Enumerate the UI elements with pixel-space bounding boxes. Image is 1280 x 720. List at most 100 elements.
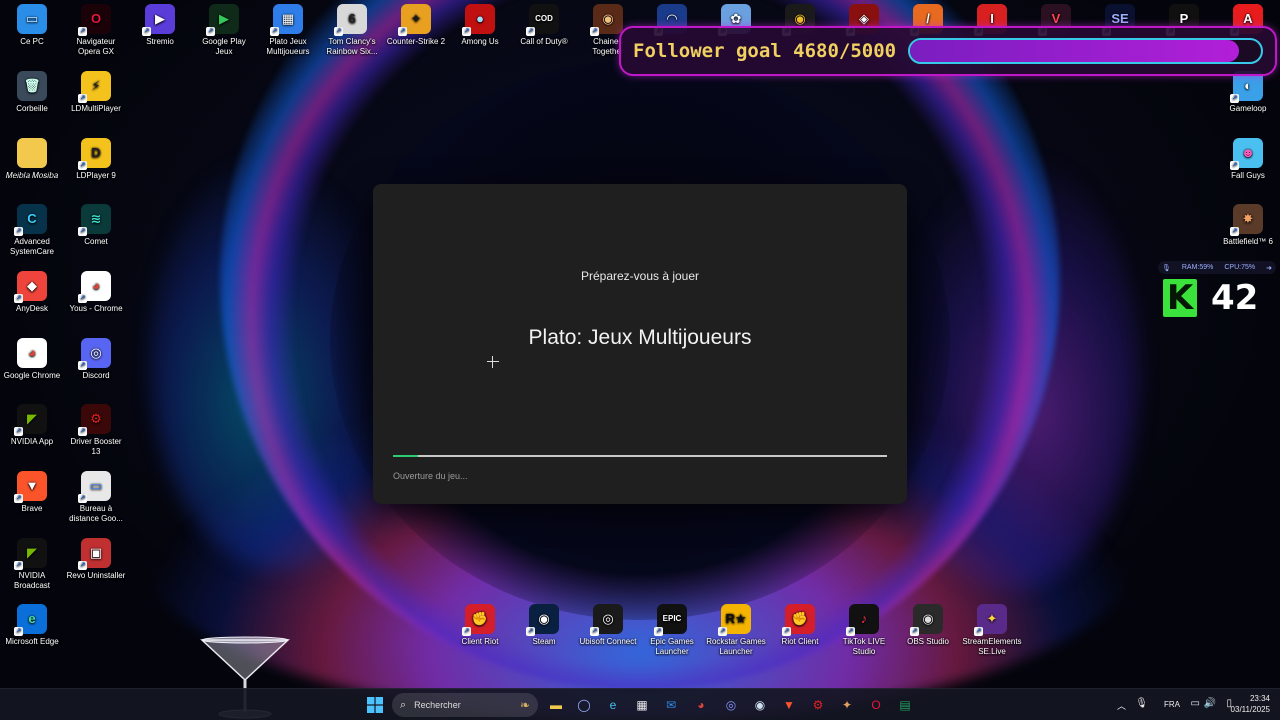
shortcut-arrow-icon: ↗ — [334, 27, 343, 36]
desktop-icon-streamelements[interactable]: ✦ ↗ StreamElements SE.Live — [960, 600, 1024, 657]
desktop-icon-ce-pc[interactable]: ▭ Ce PC — [0, 0, 64, 47]
shortcut-arrow-icon: ↗ — [654, 627, 663, 636]
rainbow-six-icon: 6 ↗ — [334, 4, 367, 36]
shortcut-arrow-icon: ↗ — [462, 27, 471, 36]
desktop-icon-counter-strike[interactable]: ✦ ↗ Counter-Strike 2 — [384, 0, 448, 47]
shortcut-arrow-icon: ↗ — [206, 27, 215, 36]
desktop-icon-ldmultiplayer[interactable]: ⚡ ↗ LDMultiPlayer — [64, 67, 128, 114]
desktop-icon-nvidia-app[interactable]: ◤ ↗ NVIDIA App — [0, 400, 64, 447]
desktop-icon-label: Battlefield™ 6 — [1223, 237, 1273, 246]
taskbar-app-excel-tb[interactable]: ▤ — [894, 694, 916, 716]
desktop-icon-label: Epic Games Launcher — [650, 637, 694, 656]
desktop-icon-google-play-jeux[interactable]: ▶ ↗ Google Play Jeux — [192, 0, 256, 57]
riot-client-icon: ✊ ↗ — [782, 604, 815, 636]
follower-goal-bar — [908, 38, 1263, 64]
desktop-icon-driver-booster[interactable]: ⚙ ↗ Driver Booster 13 — [64, 400, 128, 457]
desktop-icon-label: Tom Clancy's Rainbow Six... — [326, 37, 378, 56]
desktop-icon-advanced-systemcare[interactable]: C ↗ Advanced SystemCare — [0, 200, 64, 257]
kick-viewer-count: 42 — [1211, 278, 1259, 318]
desktop-icon-google-chrome[interactable]: ◕ Google Chrome — [0, 334, 64, 381]
volume-icon[interactable]: 🔊 — [1204, 698, 1216, 709]
shortcut-arrow-icon: ↗ — [590, 27, 599, 36]
shortcut-arrow-icon: ↗ — [78, 27, 87, 36]
microphone-icon[interactable]: 🎙 — [1135, 698, 1148, 709]
clock-date: 03/11/2025 — [1230, 705, 1270, 714]
taskbar-search-input[interactable]: ⌕ Rechercher ❧ — [392, 693, 538, 717]
desktop-icon-riot-client[interactable]: ✊ ↗ Riot Client — [768, 600, 832, 647]
desktop-icon-label: Plato Jeux Multijoueurs — [266, 37, 310, 56]
desktop-icon-label: Gameloop — [1229, 104, 1267, 113]
desktop-icon-battlefield[interactable]: ✸ ↗ Battlefield™ 6 — [1216, 200, 1280, 247]
desktop-icon-opera[interactable]: O ↗ Navigateur Opera GX — [64, 0, 128, 57]
crosshair-cursor-icon — [487, 356, 499, 368]
desktop-icon-label: Bureau à distance Goo... — [69, 504, 123, 523]
desktop-icon-edge[interactable]: e ↗ Microsoft Edge — [0, 600, 64, 647]
taskbar-app-steam-tb[interactable]: ◉ — [749, 694, 771, 716]
desktop-icon-tiktok-live[interactable]: ♪ ↗ TikTok LIVE Studio — [832, 600, 896, 657]
client-riot-icon: ✊ ↗ — [462, 604, 495, 636]
desktop-icon-nvidia-broadcast[interactable]: ◤ ↗ NVIDIA Broadcast — [0, 534, 64, 591]
shortcut-arrow-icon: ↗ — [910, 627, 919, 636]
battlefield-icon: ✸ ↗ — [1230, 204, 1263, 236]
desktop-icon-epic[interactable]: EPIC ↗ Epic Games Launcher — [640, 600, 704, 657]
network-icon[interactable]: ▭ — [1191, 698, 1200, 709]
shortcut-arrow-icon: ↗ — [78, 361, 87, 370]
desktop-icon-label: Google Play Jeux — [202, 37, 246, 56]
desktop-icon-brave[interactable]: ▼ ↗ Brave — [0, 467, 64, 514]
taskbar-app-edge-tb[interactable]: e — [602, 694, 624, 716]
desktop-icon-yous-chrome[interactable]: ◕ ↗ Yous - Chrome — [64, 267, 128, 314]
taskbar-app-opera-tb[interactable]: O — [865, 694, 887, 716]
desktop-icon-ubisoft[interactable]: ◎ ↗ Ubisoft Connect — [576, 600, 640, 647]
taskbar-app-discord-tb[interactable]: ◎ — [720, 694, 742, 716]
taskbar-app-driver-tb[interactable]: ⚙ — [807, 694, 829, 716]
desktop-icon-fall-guys[interactable]: ☻ ↗ Fall Guys — [1216, 134, 1280, 181]
language-indicator[interactable]: FRA — [1164, 700, 1180, 709]
desktop-icon-label: Among Us — [461, 37, 499, 46]
chevron-up-icon[interactable]: ︿ — [1117, 699, 1126, 712]
taskbar: ⌕ Rechercher ❧ ▬ ◯ e ▦ ✉ ◕ ◎ ◉ ▼ ⚙ ✦ O ▤ ︿ 🎙 FRA ▭ 🔊… — [0, 688, 1280, 720]
desktop-icon-revo[interactable]: ▣ ↗ Revo Uninstaller — [64, 534, 128, 581]
desktop-icon-folder[interactable]: 𝑀𝑒𝑖𝑏𝑙𝑎 𝑀𝑜𝑠𝑖𝑏𝑎 — [0, 134, 64, 181]
shortcut-arrow-icon: ↗ — [846, 627, 855, 636]
desktop-icon-label: StreamElements SE.Live — [962, 637, 1022, 656]
desktop-icon-steam[interactable]: ◉ ↗ Steam — [512, 600, 576, 647]
taskbar-app-chrome-tb[interactable]: ◕ — [690, 694, 712, 716]
opera-icon: O ↗ — [78, 4, 111, 36]
desktop-icon-rockstar[interactable]: R★ ↗ Rockstar Games Launcher — [704, 600, 768, 657]
ldmultiplayer-icon: ⚡ ↗ — [78, 71, 111, 103]
taskbar-app-outlook[interactable]: ✉ — [660, 694, 682, 716]
desktop-icon-among-us[interactable]: ● ↗ Among Us — [448, 0, 512, 47]
taskbar-app-game-tb[interactable]: ✦ — [836, 694, 858, 716]
desktop-icon-label: 𝑀𝑒𝑖𝑏𝑙𝑎 𝑀𝑜𝑠𝑖𝑏𝑎 — [5, 171, 59, 180]
desktop-icon-discord[interactable]: ◎ ↗ Discord — [64, 334, 128, 381]
desktop-icon-anydesk[interactable]: ◆ ↗ AnyDesk — [0, 267, 64, 314]
desktop-icon-stremio[interactable]: ▶ ↗ Stremio — [128, 0, 192, 47]
desktop-icon-corbeille[interactable]: 🗑 Corbeille — [0, 67, 64, 114]
start-button[interactable] — [364, 694, 386, 716]
desktop-icon-bureau-distance[interactable]: ▭ ↗ Bureau à distance Goo... — [64, 467, 128, 524]
taskbar-clock[interactable]: 23:34 03/11/2025 — [1231, 693, 1270, 715]
taskbar-app-cortana[interactable]: ◯ — [573, 694, 595, 716]
launch-progress-fill — [393, 455, 418, 457]
edge-icon: e ↗ — [14, 604, 47, 636]
shortcut-arrow-icon: ↗ — [398, 27, 407, 36]
taskbar-app-store[interactable]: ▦ — [631, 694, 653, 716]
desktop-icon-client-riot[interactable]: ✊ ↗ Client Riot — [448, 600, 512, 647]
desktop-icon-comet[interactable]: ≋ ↗ Comet — [64, 200, 128, 247]
tiktok-live-icon: ♪ ↗ — [846, 604, 879, 636]
desktop-icon-call-of-duty[interactable]: COD ↗ Call of Duty® — [512, 0, 576, 47]
desktop-icon-label: OBS Studio — [907, 637, 949, 646]
desktop-icon-rainbow-six[interactable]: 6 ↗ Tom Clancy's Rainbow Six... — [320, 0, 384, 57]
desktop-icon-ldplayer9[interactable]: D ↗ LDPlayer 9 — [64, 134, 128, 181]
shortcut-arrow-icon: ↗ — [1230, 94, 1239, 103]
stremio-icon: ▶ ↗ — [142, 4, 175, 36]
desktop-icon-obs[interactable]: ◉ ↗ OBS Studio — [896, 600, 960, 647]
arrow-right-icon: ➜ — [1266, 264, 1272, 272]
plato-icon: ▦ ↗ — [270, 4, 303, 36]
desktop-icon-plato[interactable]: ▦ ↗ Plato Jeux Multijoueurs — [256, 0, 320, 57]
desktop-icon-label: Ubisoft Connect — [579, 637, 637, 646]
taskbar-app-file-explorer[interactable]: ▬ — [545, 694, 567, 716]
obs-icon: ◉ ↗ — [910, 604, 943, 636]
desktop-icon-label: Call of Duty® — [520, 37, 568, 46]
taskbar-app-brave-tb[interactable]: ▼ — [778, 694, 800, 716]
